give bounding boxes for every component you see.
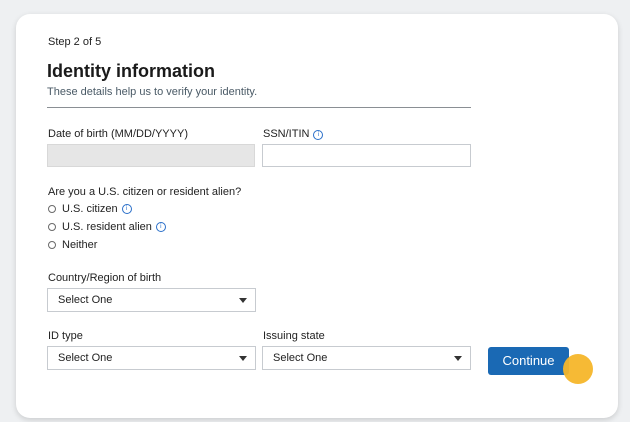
info-icon[interactable]: i: [155, 222, 166, 232]
radio-us-citizen[interactable]: U.S. citizen i: [48, 203, 132, 215]
radio-circle-icon[interactable]: [48, 241, 56, 249]
continue-button[interactable]: Continue: [488, 347, 569, 375]
caret-down-icon: [239, 298, 247, 303]
issuing-state-select-value: Select One: [273, 352, 328, 364]
info-icon[interactable]: i: [313, 130, 324, 140]
id-type-select-value: Select One: [58, 352, 113, 364]
radio-circle-icon[interactable]: [48, 223, 56, 231]
page-subtitle: These details help us to verify your ide…: [47, 86, 258, 98]
id-type-label: ID type: [48, 330, 83, 342]
radio-label: U.S. citizen: [62, 203, 118, 215]
caret-down-icon: [454, 356, 462, 361]
dob-label: Date of birth (MM/DD/YYYY): [48, 128, 188, 140]
citizenship-question: Are you a U.S. citizen or resident alien…: [48, 186, 242, 198]
page-title: Identity information: [47, 61, 215, 81]
country-label: Country/Region of birth: [48, 272, 162, 284]
radio-circle-icon[interactable]: [48, 205, 56, 213]
country-select[interactable]: Select One: [47, 288, 256, 312]
ssn-field[interactable]: [262, 144, 471, 167]
info-icon[interactable]: i: [121, 204, 132, 214]
id-type-select[interactable]: Select One: [47, 346, 256, 370]
dob-field[interactable]: [47, 144, 255, 167]
cursor-highlight: [563, 354, 593, 384]
radio-us-resident-alien[interactable]: U.S. resident alien i: [48, 221, 166, 233]
caret-down-icon: [239, 356, 247, 361]
radio-neither[interactable]: Neither: [48, 239, 97, 251]
radio-label: U.S. resident alien: [62, 221, 152, 233]
country-select-value: Select One: [58, 294, 113, 306]
step-indicator: Step 2 of 5: [48, 36, 102, 48]
title-divider: [47, 107, 471, 108]
radio-label: Neither: [62, 239, 98, 251]
form-card: Step 2 of 5 Identity information These d…: [16, 14, 618, 418]
issuing-state-select[interactable]: Select One: [262, 346, 471, 370]
ssn-label: SSN/ITIN i: [263, 128, 324, 140]
issuing-state-label: Issuing state: [263, 330, 325, 342]
ssn-label-text: SSN/ITIN: [263, 128, 310, 140]
